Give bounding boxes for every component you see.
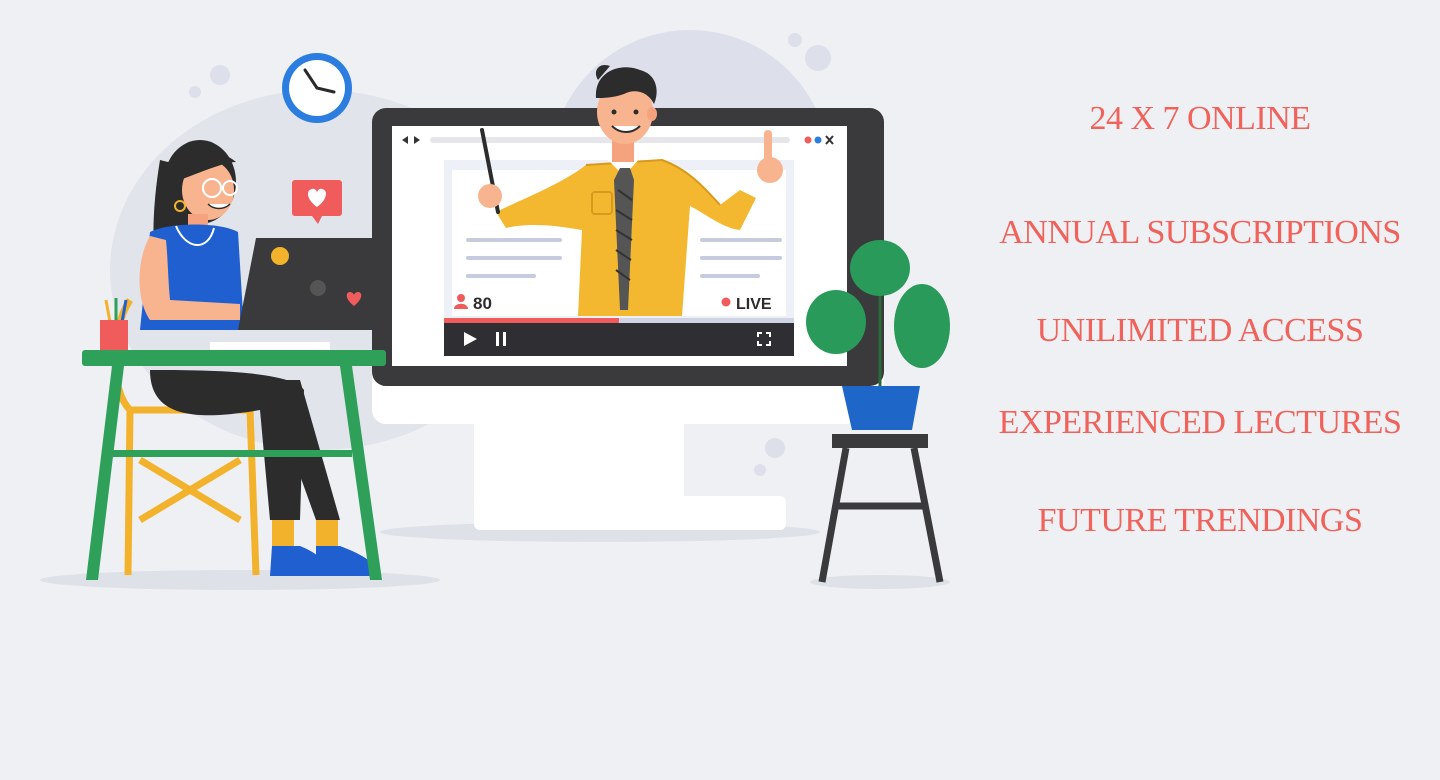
- feature-list: 24 X 7 ONLINE ANNUAL SUBSCRIPTIONS UNILI…: [960, 0, 1440, 780]
- progress-fill: [444, 318, 619, 323]
- clock-icon: [282, 53, 352, 123]
- online-learning-illustration: 80 LIVE: [40, 30, 950, 590]
- viewer-count-value: 80: [473, 294, 492, 313]
- stool: [818, 434, 944, 583]
- feature-online: 24 X 7 ONLINE: [1089, 100, 1311, 137]
- feature-lectures: EXPERIENCED LECTURES: [998, 404, 1402, 441]
- live-label: LIVE: [736, 296, 772, 313]
- feature-access: UNILIMITED ACCESS: [1036, 312, 1364, 349]
- feature-subscriptions: ANNUAL SUBSCRIPTIONS: [999, 214, 1401, 251]
- pencil-cup: [100, 298, 128, 350]
- feature-trendings: FUTURE TRENDINGS: [1037, 502, 1363, 539]
